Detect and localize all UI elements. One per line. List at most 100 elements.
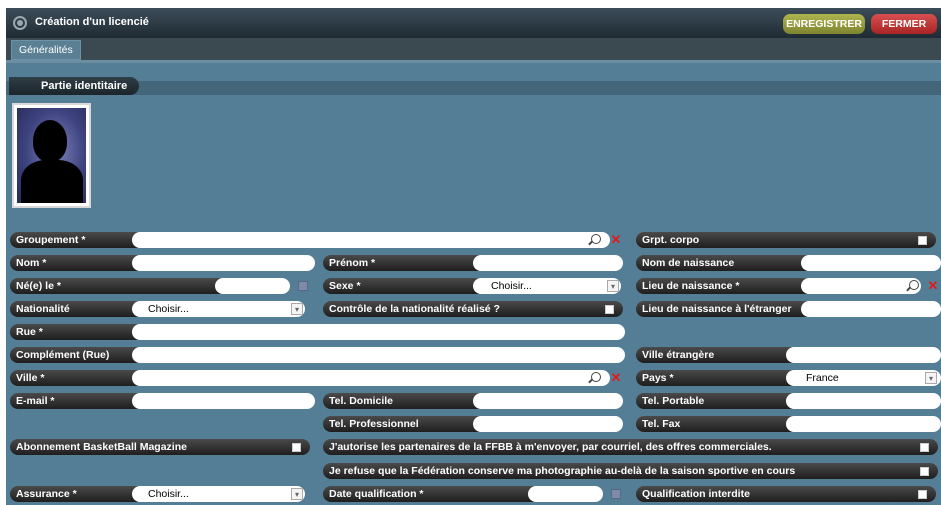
ville-field: Ville * ✕ — [10, 370, 625, 386]
tab-bar: Généralités — [6, 38, 941, 60]
ville-etrangere-input[interactable] — [786, 347, 941, 363]
groupement-label: Groupement * — [10, 232, 150, 248]
ville-etrangere-field: Ville étrangère — [636, 347, 941, 363]
photo-refus-field: Je refuse que la Fédération conserve ma … — [323, 463, 938, 479]
tel-domicile-input[interactable] — [473, 393, 623, 409]
dropdown-arrow-icon[interactable]: ▾ — [291, 488, 303, 500]
tel-portable-input[interactable] — [786, 393, 941, 409]
lieu-naissance-input[interactable] — [801, 278, 921, 294]
email-input[interactable] — [132, 393, 315, 409]
lieu-etranger-input[interactable] — [801, 301, 941, 317]
close-button[interactable]: FERMER — [871, 14, 937, 34]
pays-select[interactable]: France — [786, 370, 941, 386]
nom-input[interactable] — [132, 255, 315, 271]
qualif-interdite-label: Qualification interdite — [636, 486, 936, 502]
avatar-photo[interactable] — [12, 103, 91, 208]
groupement-field: Groupement * ✕ — [10, 232, 625, 248]
ne-le-label: Né(e) le * — [10, 278, 235, 294]
tel-domicile-label: Tel. Domicile — [323, 393, 493, 409]
checkbox-icon[interactable] — [605, 305, 614, 314]
nationalite-label: Nationalité — [10, 301, 150, 317]
assurance-select[interactable]: Choisir... — [132, 486, 305, 502]
tel-fax-field: Tel. Fax — [636, 416, 941, 432]
silhouette-image — [17, 108, 86, 203]
nom-naissance-label: Nom de naissance — [636, 255, 821, 271]
prenom-input[interactable] — [473, 255, 623, 271]
checkbox-icon[interactable] — [918, 236, 927, 245]
photo-refus-label: Je refuse que la Fédération conserve ma … — [323, 463, 938, 479]
section-title: Partie identitaire — [9, 77, 139, 95]
complement-field: Complément (Rue) — [10, 347, 625, 363]
nationalite-field: Nationalité Choisir... ▾ — [10, 301, 315, 317]
qualif-interdite-field: Qualification interdite — [636, 486, 941, 502]
abonnement-field: Abonnement BasketBall Magazine — [10, 439, 315, 455]
search-icon[interactable] — [591, 234, 601, 244]
tab-divider — [6, 60, 941, 63]
clear-icon[interactable]: ✕ — [925, 278, 941, 294]
date-qualif-label: Date qualification * — [323, 486, 548, 502]
nationalite-select[interactable]: Choisir... — [132, 301, 305, 317]
form-window: Création d'un licencié ENREGISTRER FERME… — [6, 8, 941, 505]
search-icon[interactable] — [909, 280, 919, 290]
ville-label: Ville * — [10, 370, 150, 386]
dropdown-arrow-icon[interactable]: ▾ — [925, 372, 937, 384]
sexe-select[interactable]: Choisir... — [473, 278, 621, 294]
email-label: E-mail * — [10, 393, 150, 409]
tel-pro-input[interactable] — [473, 416, 623, 432]
dropdown-arrow-icon[interactable]: ▾ — [607, 280, 619, 292]
tel-fax-label: Tel. Fax — [636, 416, 806, 432]
nom-naissance-input[interactable] — [801, 255, 941, 271]
rue-input[interactable] — [132, 324, 625, 340]
nom-field: Nom * — [10, 255, 315, 271]
lieu-etranger-field: Lieu de naissance à l'étranger — [636, 301, 941, 317]
app-icon — [13, 16, 27, 30]
search-icon[interactable] — [591, 372, 601, 382]
ne-le-input[interactable] — [215, 278, 290, 294]
lieu-etranger-label: Lieu de naissance à l'étranger — [636, 301, 821, 317]
checkbox-icon[interactable] — [920, 443, 929, 452]
clear-icon[interactable]: ✕ — [608, 232, 624, 248]
tel-portable-field: Tel. Portable — [636, 393, 941, 409]
pays-field: Pays * France ▾ — [636, 370, 941, 386]
date-qualif-input[interactable] — [528, 486, 603, 502]
prenom-label: Prénom * — [323, 255, 493, 271]
clear-icon[interactable]: ✕ — [608, 370, 624, 386]
abonnement-label: Abonnement BasketBall Magazine — [10, 439, 310, 455]
assurance-field: Assurance * Choisir... ▾ — [10, 486, 315, 502]
tel-pro-label: Tel. Professionnel — [323, 416, 493, 432]
partenaires-label: J'autorise les partenaires de la FFBB à … — [323, 439, 938, 455]
calendar-icon[interactable] — [611, 489, 621, 499]
assurance-label: Assurance * — [10, 486, 150, 502]
sexe-label: Sexe * — [323, 278, 493, 294]
checkbox-icon[interactable] — [920, 467, 929, 476]
pays-label: Pays * — [636, 370, 806, 386]
dropdown-arrow-icon[interactable]: ▾ — [291, 303, 303, 315]
lieu-naissance-label: Lieu de naissance * — [636, 278, 821, 294]
controle-nationalite-label: Contrôle de la nationalité réalisé ? — [323, 301, 623, 317]
partenaires-field: J'autorise les partenaires de la FFBB à … — [323, 439, 938, 455]
complement-label: Complément (Rue) — [10, 347, 150, 363]
rue-label: Rue * — [10, 324, 150, 340]
grpt-corpo-label: Grpt. corpo — [636, 232, 936, 248]
nom-label: Nom * — [10, 255, 150, 271]
groupement-input[interactable] — [132, 232, 610, 248]
nom-naissance-field: Nom de naissance — [636, 255, 941, 271]
sexe-field: Sexe * Choisir... ▾ — [323, 278, 623, 294]
tab-generalites[interactable]: Généralités — [11, 40, 81, 60]
complement-input[interactable] — [132, 347, 625, 363]
tel-fax-input[interactable] — [786, 416, 941, 432]
calendar-icon[interactable] — [298, 281, 308, 291]
email-field: E-mail * — [10, 393, 315, 409]
lieu-naissance-field: Lieu de naissance * ✕ — [636, 278, 941, 294]
tel-pro-field: Tel. Professionnel — [323, 416, 623, 432]
ville-input[interactable] — [132, 370, 610, 386]
window-title: Création d'un licencié — [35, 16, 149, 28]
save-button[interactable]: ENREGISTRER — [783, 14, 865, 34]
ne-le-field: Né(e) le * — [10, 278, 315, 294]
date-qualif-field: Date qualification * — [323, 486, 623, 502]
tel-portable-label: Tel. Portable — [636, 393, 806, 409]
checkbox-icon[interactable] — [918, 490, 927, 499]
tel-domicile-field: Tel. Domicile — [323, 393, 623, 409]
checkbox-icon[interactable] — [292, 443, 301, 452]
grpt-corpo-field: Grpt. corpo — [636, 232, 941, 248]
